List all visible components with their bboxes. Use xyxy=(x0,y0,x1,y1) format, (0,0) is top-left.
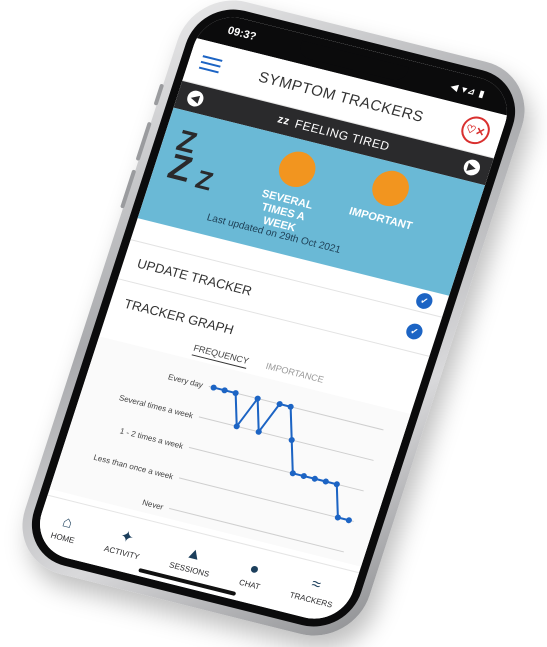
chart-data-point xyxy=(232,390,239,397)
chart-data-point xyxy=(334,514,341,521)
status-time: 09:3? xyxy=(226,24,258,44)
walking-icon: ✦ xyxy=(117,527,136,548)
chart-data-point xyxy=(210,384,217,391)
chart-gridline xyxy=(198,416,374,461)
chart-data-point xyxy=(333,481,340,488)
importance-label: IMPORTANT xyxy=(347,205,414,233)
chart-data-point xyxy=(289,470,296,477)
nav-home[interactable]: ⌂ HOME xyxy=(49,513,82,546)
phone-bezel: 09:3? ◀ ▾⊿ ▮ SYMPTOM TRACKERS ♡✕ ◀ zz FE… xyxy=(19,0,528,637)
graduation-cap-icon: ▲ xyxy=(183,544,205,565)
nav-activity[interactable]: ✦ ACTIVITY xyxy=(102,526,147,562)
chart-y-tick-label: 1 - 2 times a week xyxy=(119,426,186,450)
chart-y-tick-label: Never xyxy=(141,498,165,512)
chat-bubble-icon: ● xyxy=(247,560,262,579)
nav-activity-label: ACTIVITY xyxy=(102,544,141,562)
nav-trackers-label: TRACKERS xyxy=(288,590,334,610)
chevron-down-icon[interactable]: ✓ xyxy=(414,291,435,311)
chevron-down-icon[interactable]: ✓ xyxy=(404,321,425,342)
app-screen: 09:3? ◀ ▾⊿ ▮ SYMPTOM TRACKERS ♡✕ ◀ zz FE… xyxy=(30,9,517,627)
frequency-dot xyxy=(274,147,321,191)
line-chart-icon: ≈ xyxy=(309,575,323,594)
nav-chat-label: CHAT xyxy=(237,577,262,592)
zzz-icon: ZZZ xyxy=(163,124,217,197)
next-tracker-icon[interactable]: ▶ xyxy=(461,157,483,178)
previous-tracker-icon[interactable]: ◀ xyxy=(185,89,206,109)
chart-data-point xyxy=(221,387,228,394)
status-icons: ◀ ▾⊿ ▮ xyxy=(449,80,487,99)
chart-data-point xyxy=(300,473,307,479)
chart-y-tick-label: Every day xyxy=(167,373,204,390)
nav-chat[interactable]: ● CHAT xyxy=(237,560,267,592)
nav-home-label: HOME xyxy=(49,530,76,546)
nav-trackers[interactable]: ≈ TRACKERS xyxy=(288,572,340,610)
chart-data-point xyxy=(345,517,352,524)
app-logo-icon[interactable]: ♡✕ xyxy=(457,113,494,148)
menu-icon[interactable] xyxy=(198,55,223,74)
importance-badge: IMPORTANT xyxy=(340,162,435,236)
importance-dot xyxy=(367,166,414,210)
home-icon: ⌂ xyxy=(60,513,75,533)
chart-data-point xyxy=(311,475,318,482)
chart-data-point xyxy=(287,403,294,410)
nav-sessions[interactable]: ▲ SESSIONS xyxy=(168,542,216,579)
chart-gridline xyxy=(178,477,354,522)
chart-data-point xyxy=(322,478,329,485)
chart-y-tick-label: Several times a week xyxy=(118,393,195,420)
sleep-icon: zz xyxy=(275,113,292,128)
phone-frame: 09:3? ◀ ▾⊿ ▮ SYMPTOM TRACKERS ♡✕ ◀ zz FE… xyxy=(8,0,539,647)
chart-data-point xyxy=(288,437,295,443)
silent-switch xyxy=(153,83,165,106)
chart-y-tick-label: Less than once a week xyxy=(92,453,175,482)
